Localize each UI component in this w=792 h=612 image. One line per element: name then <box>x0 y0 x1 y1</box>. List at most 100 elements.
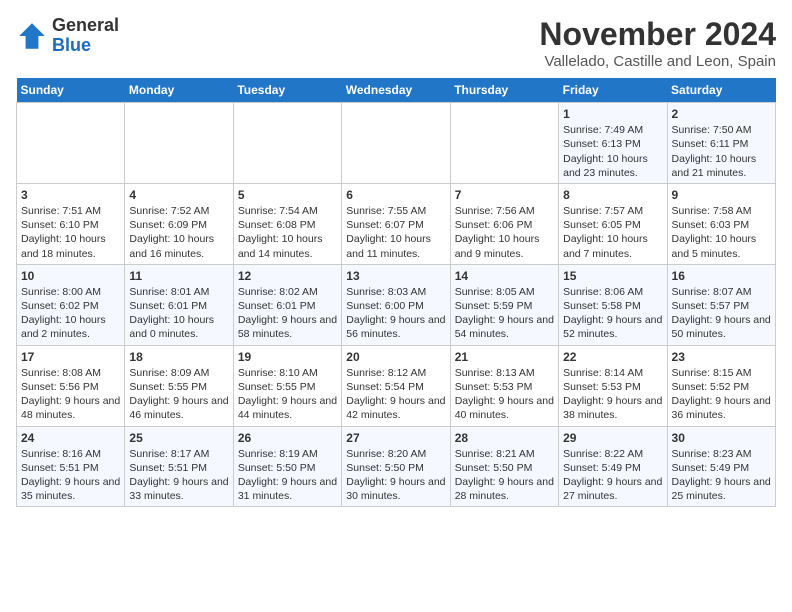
calendar-cell: 14Sunrise: 8:05 AMSunset: 5:59 PMDayligh… <box>450 264 558 345</box>
calendar-week-2: 3Sunrise: 7:51 AMSunset: 6:10 PMDaylight… <box>17 183 776 264</box>
day-info: Sunrise: 8:22 AMSunset: 5:49 PMDaylight:… <box>563 447 662 504</box>
calendar-cell: 7Sunrise: 7:56 AMSunset: 6:06 PMDaylight… <box>450 183 558 264</box>
day-info: Sunrise: 8:02 AMSunset: 6:01 PMDaylight:… <box>238 285 337 342</box>
day-number: 25 <box>129 430 228 446</box>
day-number: 7 <box>455 187 554 203</box>
page-title: November 2024 <box>539 16 776 53</box>
day-number: 20 <box>346 349 445 365</box>
day-info: Sunrise: 8:01 AMSunset: 6:01 PMDaylight:… <box>129 285 228 342</box>
calendar-cell: 17Sunrise: 8:08 AMSunset: 5:56 PMDayligh… <box>17 345 125 426</box>
day-number: 11 <box>129 268 228 284</box>
calendar-cell: 19Sunrise: 8:10 AMSunset: 5:55 PMDayligh… <box>233 345 341 426</box>
day-info: Sunrise: 8:10 AMSunset: 5:55 PMDaylight:… <box>238 366 337 423</box>
day-number: 6 <box>346 187 445 203</box>
logo-blue: Blue <box>52 35 91 55</box>
calendar-header-monday: Monday <box>125 78 233 103</box>
logo-general: General <box>52 15 119 35</box>
calendar-cell <box>125 103 233 184</box>
day-number: 2 <box>672 106 771 122</box>
calendar-header-friday: Friday <box>559 78 667 103</box>
day-number: 9 <box>672 187 771 203</box>
day-number: 27 <box>346 430 445 446</box>
calendar-cell: 30Sunrise: 8:23 AMSunset: 5:49 PMDayligh… <box>667 426 775 507</box>
calendar-cell: 4Sunrise: 7:52 AMSunset: 6:09 PMDaylight… <box>125 183 233 264</box>
calendar-cell: 26Sunrise: 8:19 AMSunset: 5:50 PMDayligh… <box>233 426 341 507</box>
day-number: 5 <box>238 187 337 203</box>
logo-text: General Blue <box>52 16 119 56</box>
page-subtitle: Vallelado, Castille and Leon, Spain <box>539 53 776 70</box>
day-info: Sunrise: 8:09 AMSunset: 5:55 PMDaylight:… <box>129 366 228 423</box>
calendar-cell: 28Sunrise: 8:21 AMSunset: 5:50 PMDayligh… <box>450 426 558 507</box>
calendar-cell: 3Sunrise: 7:51 AMSunset: 6:10 PMDaylight… <box>17 183 125 264</box>
logo: General Blue <box>16 16 119 56</box>
day-number: 29 <box>563 430 662 446</box>
calendar-header-wednesday: Wednesday <box>342 78 450 103</box>
day-info: Sunrise: 8:12 AMSunset: 5:54 PMDaylight:… <box>346 366 445 423</box>
day-number: 3 <box>21 187 120 203</box>
day-info: Sunrise: 8:19 AMSunset: 5:50 PMDaylight:… <box>238 447 337 504</box>
calendar-header-sunday: Sunday <box>17 78 125 103</box>
day-info: Sunrise: 8:16 AMSunset: 5:51 PMDaylight:… <box>21 447 120 504</box>
calendar-cell: 1Sunrise: 7:49 AMSunset: 6:13 PMDaylight… <box>559 103 667 184</box>
day-number: 14 <box>455 268 554 284</box>
logo-icon <box>16 20 48 52</box>
day-info: Sunrise: 8:17 AMSunset: 5:51 PMDaylight:… <box>129 447 228 504</box>
day-number: 21 <box>455 349 554 365</box>
calendar-cell: 20Sunrise: 8:12 AMSunset: 5:54 PMDayligh… <box>342 345 450 426</box>
day-number: 22 <box>563 349 662 365</box>
calendar-week-3: 10Sunrise: 8:00 AMSunset: 6:02 PMDayligh… <box>17 264 776 345</box>
day-info: Sunrise: 8:06 AMSunset: 5:58 PMDaylight:… <box>563 285 662 342</box>
calendar-week-4: 17Sunrise: 8:08 AMSunset: 5:56 PMDayligh… <box>17 345 776 426</box>
calendar-header-tuesday: Tuesday <box>233 78 341 103</box>
calendar-table: SundayMondayTuesdayWednesdayThursdayFrid… <box>16 78 776 507</box>
calendar-cell <box>17 103 125 184</box>
day-info: Sunrise: 7:54 AMSunset: 6:08 PMDaylight:… <box>238 204 337 261</box>
calendar-week-1: 1Sunrise: 7:49 AMSunset: 6:13 PMDaylight… <box>17 103 776 184</box>
day-number: 18 <box>129 349 228 365</box>
calendar-cell <box>342 103 450 184</box>
calendar-cell: 21Sunrise: 8:13 AMSunset: 5:53 PMDayligh… <box>450 345 558 426</box>
title-area: November 2024 Vallelado, Castille and Le… <box>539 16 776 70</box>
calendar-cell: 5Sunrise: 7:54 AMSunset: 6:08 PMDaylight… <box>233 183 341 264</box>
day-number: 19 <box>238 349 337 365</box>
day-info: Sunrise: 7:50 AMSunset: 6:11 PMDaylight:… <box>672 123 771 180</box>
calendar-cell: 13Sunrise: 8:03 AMSunset: 6:00 PMDayligh… <box>342 264 450 345</box>
calendar-cell: 6Sunrise: 7:55 AMSunset: 6:07 PMDaylight… <box>342 183 450 264</box>
day-number: 17 <box>21 349 120 365</box>
calendar-cell <box>450 103 558 184</box>
day-number: 15 <box>563 268 662 284</box>
calendar-cell: 29Sunrise: 8:22 AMSunset: 5:49 PMDayligh… <box>559 426 667 507</box>
day-info: Sunrise: 7:55 AMSunset: 6:07 PMDaylight:… <box>346 204 445 261</box>
day-number: 30 <box>672 430 771 446</box>
day-info: Sunrise: 7:58 AMSunset: 6:03 PMDaylight:… <box>672 204 771 261</box>
day-number: 1 <box>563 106 662 122</box>
day-info: Sunrise: 8:20 AMSunset: 5:50 PMDaylight:… <box>346 447 445 504</box>
calendar-cell: 24Sunrise: 8:16 AMSunset: 5:51 PMDayligh… <box>17 426 125 507</box>
day-info: Sunrise: 7:51 AMSunset: 6:10 PMDaylight:… <box>21 204 120 261</box>
day-info: Sunrise: 7:52 AMSunset: 6:09 PMDaylight:… <box>129 204 228 261</box>
day-number: 8 <box>563 187 662 203</box>
day-number: 10 <box>21 268 120 284</box>
day-info: Sunrise: 8:03 AMSunset: 6:00 PMDaylight:… <box>346 285 445 342</box>
calendar-cell: 11Sunrise: 8:01 AMSunset: 6:01 PMDayligh… <box>125 264 233 345</box>
day-number: 24 <box>21 430 120 446</box>
day-number: 16 <box>672 268 771 284</box>
day-number: 26 <box>238 430 337 446</box>
calendar-cell: 23Sunrise: 8:15 AMSunset: 5:52 PMDayligh… <box>667 345 775 426</box>
day-number: 13 <box>346 268 445 284</box>
calendar-cell: 10Sunrise: 8:00 AMSunset: 6:02 PMDayligh… <box>17 264 125 345</box>
day-info: Sunrise: 8:21 AMSunset: 5:50 PMDaylight:… <box>455 447 554 504</box>
calendar-week-5: 24Sunrise: 8:16 AMSunset: 5:51 PMDayligh… <box>17 426 776 507</box>
calendar-header-thursday: Thursday <box>450 78 558 103</box>
calendar-cell: 16Sunrise: 8:07 AMSunset: 5:57 PMDayligh… <box>667 264 775 345</box>
calendar-cell <box>233 103 341 184</box>
day-number: 23 <box>672 349 771 365</box>
calendar-header-row: SundayMondayTuesdayWednesdayThursdayFrid… <box>17 78 776 103</box>
header: General Blue November 2024 Vallelado, Ca… <box>16 16 776 70</box>
calendar-cell: 27Sunrise: 8:20 AMSunset: 5:50 PMDayligh… <box>342 426 450 507</box>
day-number: 4 <box>129 187 228 203</box>
calendar-cell: 25Sunrise: 8:17 AMSunset: 5:51 PMDayligh… <box>125 426 233 507</box>
calendar-header-saturday: Saturday <box>667 78 775 103</box>
calendar-cell: 15Sunrise: 8:06 AMSunset: 5:58 PMDayligh… <box>559 264 667 345</box>
day-info: Sunrise: 8:07 AMSunset: 5:57 PMDaylight:… <box>672 285 771 342</box>
